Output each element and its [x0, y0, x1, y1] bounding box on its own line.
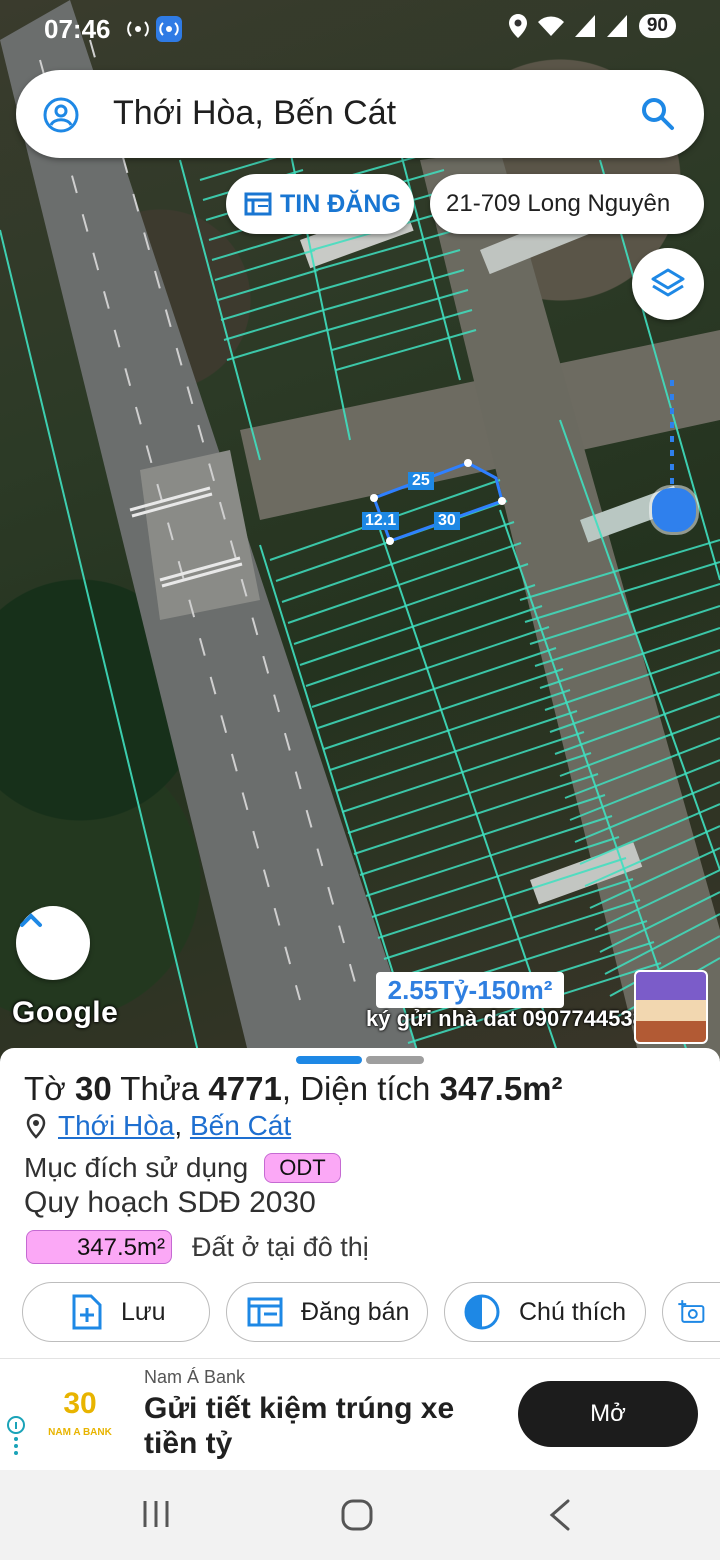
usage-label: Mục đích sử dụng: [24, 1152, 249, 1183]
signal-icon-2: [606, 15, 627, 37]
edge-label-top: 25: [408, 472, 434, 490]
ad-info-icon[interactable]: [6, 1415, 26, 1455]
hotspot-active-icon: [156, 16, 182, 42]
sell-button[interactable]: Đăng bán: [226, 1282, 428, 1342]
nama-bank-logo: 30 NAM A BANK: [40, 1389, 120, 1445]
edge-label-left: 12.1: [362, 512, 400, 530]
contrast-icon: [464, 1294, 500, 1330]
lot-number: 4771: [208, 1070, 282, 1107]
ad-brand: Nam Á Bank: [144, 1367, 246, 1387]
save-button[interactable]: Lưu: [22, 1282, 210, 1342]
map-ad-thumbnail[interactable]: [634, 970, 708, 1044]
parcel-boundary: [341, 731, 585, 813]
my-location-dot: [652, 488, 696, 532]
location-pin-icon: [26, 1113, 46, 1139]
parcel-boundary: [293, 563, 529, 645]
address-chip-label: 21-709 Long Nguyên: [446, 190, 671, 217]
comma-sep: ,: [174, 1110, 190, 1141]
plan-area-badge: 347.5m²: [26, 1230, 172, 1264]
recent-apps-icon[interactable]: [140, 1498, 172, 1530]
parcel-boundary: [281, 521, 515, 603]
listing-icon: [244, 192, 272, 216]
parcel-boundary: [317, 647, 557, 729]
parcel-boundary: [323, 668, 564, 750]
plan-row: 347.5m² Đất ở tại đô thị: [26, 1230, 369, 1264]
back-icon[interactable]: [546, 1498, 574, 1532]
listing-icon: [247, 1297, 283, 1327]
listings-chip-label: TIN ĐĂNG: [280, 189, 401, 218]
parcel-info-sheet: Tờ 30 Thửa 4771, Diện tích 347.5m² Thới …: [0, 1048, 720, 1358]
home-icon[interactable]: [340, 1498, 374, 1532]
parcel-boundary: [377, 857, 627, 939]
comma: ,: [281, 1070, 292, 1107]
map-ad-text[interactable]: ký gửi nhà dat 0907744538: [366, 1006, 645, 1032]
parcel-location: Thới Hòa, Bến Cát: [26, 1110, 291, 1142]
logo-text: NAM A BANK: [48, 1427, 112, 1438]
logo-number: 30: [63, 1387, 97, 1420]
ad-open-button[interactable]: Mở: [518, 1381, 698, 1447]
add-photo-icon: [678, 1300, 705, 1323]
lot-label: Thửa: [120, 1070, 200, 1107]
usage-code-badge: ODT: [264, 1153, 341, 1183]
parcel-boundary: [305, 605, 543, 687]
sheet-handle-active[interactable]: [296, 1056, 362, 1064]
map-ad-price[interactable]: 2.55Tỷ-150m²: [376, 972, 564, 1008]
sheet-number: 30: [74, 1070, 112, 1107]
search-title[interactable]: Thới Hòa, Bến Cát: [113, 94, 396, 133]
location-icon: [508, 14, 527, 38]
chevron-up-icon: [20, 913, 42, 927]
layers-icon: [651, 268, 685, 297]
expand-up-button[interactable]: [16, 906, 90, 980]
area-value: 347.5m²: [439, 1070, 563, 1107]
search-bar[interactable]: Thới Hòa, Bến Cát: [16, 70, 704, 158]
advertisement-banner[interactable]: 30 NAM A BANK Nam Á Bank Gửi tiết kiệm t…: [0, 1358, 720, 1471]
action-buttons: Lưu Đăng bán Chú thích: [22, 1282, 720, 1342]
search-icon[interactable]: [640, 96, 676, 132]
google-attribution: Google: [12, 996, 119, 1029]
listings-chip[interactable]: TIN ĐĂNG: [226, 174, 414, 234]
signal-icon: [574, 15, 595, 37]
parcel-boundary: [347, 752, 592, 834]
land-usage: Mục đích sử dụng ODT: [24, 1152, 341, 1184]
parcel-overlay: [0, 0, 720, 1060]
ad-headline[interactable]: Gửi tiết kiệm trúng xe tiền tỷ: [144, 1391, 494, 1461]
status-time: 07:46: [44, 14, 111, 44]
area-label: Diện tích: [300, 1070, 431, 1107]
parcel-boundary: [353, 773, 599, 855]
parcel-boundary: [323, 269, 465, 311]
plan-description: Đất ở tại đô thị: [192, 1231, 369, 1262]
wifi-icon: [537, 16, 564, 36]
parcel-boundary: [327, 289, 469, 331]
parcel-boundary: [335, 710, 578, 792]
legend-button[interactable]: Chú thích: [444, 1282, 646, 1342]
sell-label: Đăng bán: [301, 1297, 410, 1326]
hotspot-icon: [127, 21, 149, 37]
battery-indicator: 90: [638, 14, 676, 38]
satellite-map[interactable]: 25 12.1 30 Google 2.55Tỷ-150m² ký gửi nh…: [0, 0, 720, 1060]
address-chip[interactable]: 21-709 Long Nguyên: [430, 174, 704, 234]
parcel-boundary: [299, 584, 536, 666]
parcel-boundary: [329, 689, 571, 771]
layers-button[interactable]: [632, 248, 704, 320]
parcel-boundary: [311, 626, 550, 708]
account-icon[interactable]: [42, 96, 80, 134]
camera-button[interactable]: [662, 1282, 720, 1342]
parcel-title: Tờ 30 Thửa 4771, Diện tích 347.5m²: [24, 1070, 563, 1108]
status-bar: 07:46 90: [0, 0, 720, 60]
parcel-boundary: [287, 542, 522, 624]
sheet-handle[interactable]: [366, 1056, 424, 1064]
plan-title: Quy hoạch SDĐ 2030: [24, 1186, 316, 1219]
parcel-boundary: [389, 899, 641, 981]
sheet-label: Tờ: [24, 1070, 66, 1107]
add-document-icon: [72, 1294, 102, 1330]
save-label: Lưu: [121, 1297, 166, 1326]
legend-label: Chú thích: [519, 1297, 627, 1326]
parcel-boundary: [383, 878, 634, 960]
parcel-boundary: [359, 794, 606, 876]
ward-link[interactable]: Thới Hòa: [58, 1110, 174, 1142]
system-navigation-bar: [0, 1470, 720, 1560]
district-link[interactable]: Bến Cát: [190, 1110, 291, 1142]
edge-label-bottom: 30: [434, 512, 460, 530]
